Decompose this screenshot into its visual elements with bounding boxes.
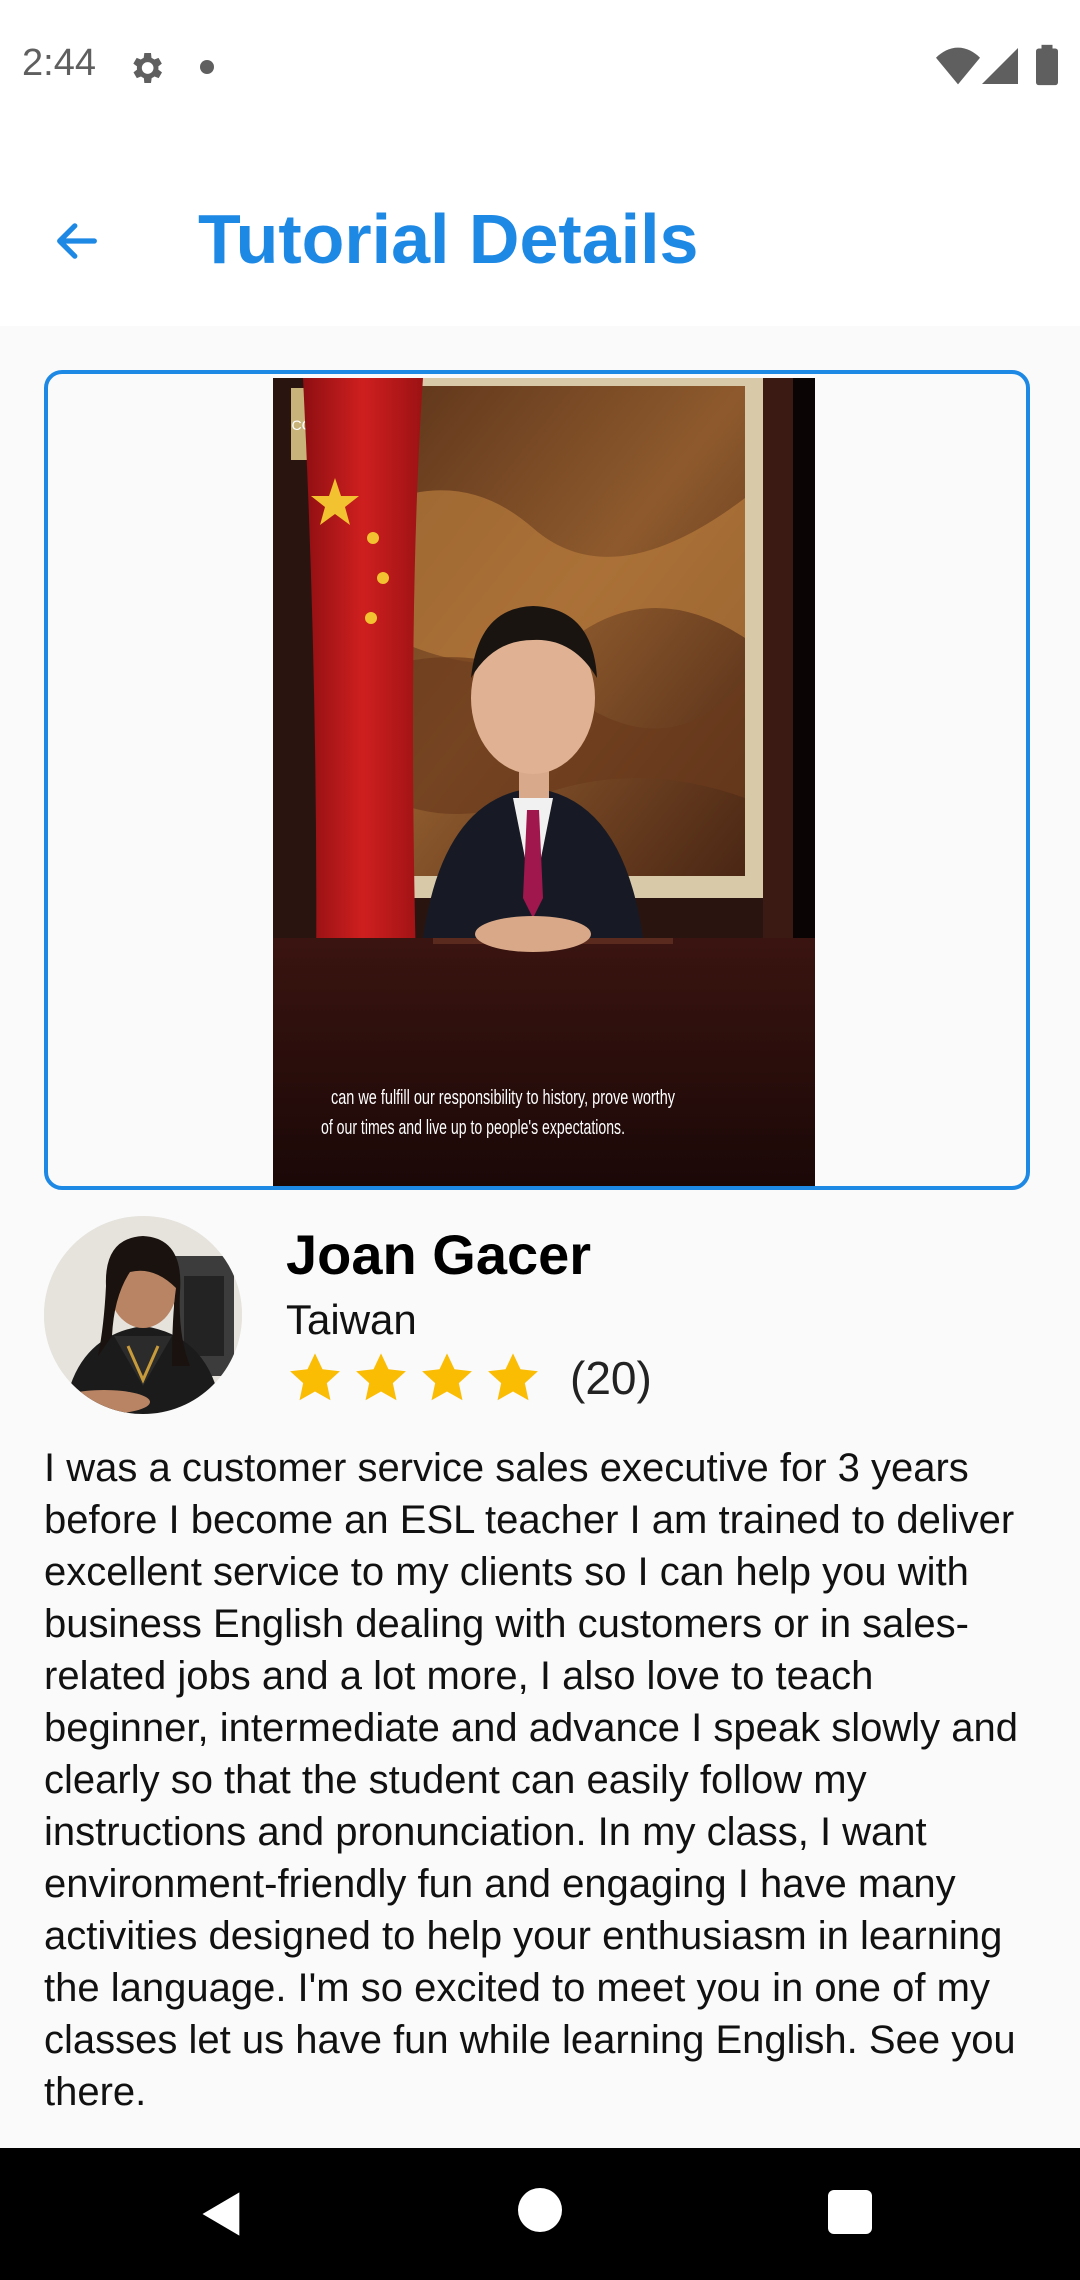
battery-icon xyxy=(1036,44,1058,86)
back-button[interactable] xyxy=(42,206,112,276)
nav-home-icon[interactable] xyxy=(518,2188,562,2232)
video-thumbnail[interactable]: CCTN can we fulfill our respon xyxy=(273,378,815,1186)
system-nav-bar xyxy=(0,2148,1080,2280)
nav-recents-icon[interactable] xyxy=(828,2190,872,2234)
app-bar: Tutorial Details xyxy=(0,134,1080,326)
notification-dot-icon xyxy=(200,60,214,74)
status-bar: 2:44 xyxy=(0,0,1080,134)
rating: (20) xyxy=(286,1346,652,1410)
video-frame-image: CCTN can we fulfill our respon xyxy=(273,378,815,1186)
rating-count: (20) xyxy=(570,1352,652,1404)
video-player[interactable]: CCTN can we fulfill our respon xyxy=(44,370,1030,1190)
tutor-photo xyxy=(44,1216,242,1414)
wifi-icon xyxy=(936,47,980,85)
avatar[interactable] xyxy=(44,1216,242,1414)
video-subtitle-line2: of our times and live up to people's exp… xyxy=(321,1117,625,1139)
status-time: 2:44 xyxy=(22,42,96,84)
gear-icon xyxy=(133,53,162,83)
video-subtitle-line1: can we fulfill our responsibility to his… xyxy=(331,1087,675,1109)
signal-icon xyxy=(982,48,1018,84)
tutor-country: Taiwan xyxy=(286,1296,417,1343)
tutor-name: Joan Gacer xyxy=(286,1223,592,1286)
tutor-description: I was a customer service sales executive… xyxy=(44,1446,1018,2114)
star-icon xyxy=(356,1353,406,1401)
star-icon xyxy=(488,1353,538,1401)
star-icon xyxy=(422,1353,472,1401)
nav-back-icon[interactable] xyxy=(196,2188,248,2240)
star-icon xyxy=(290,1353,340,1401)
screen: 2:44 Tutorial Details can we fulfill our… xyxy=(0,0,1080,2280)
page-title: Tutorial Details xyxy=(198,200,699,278)
arrow-left-icon xyxy=(57,223,97,259)
